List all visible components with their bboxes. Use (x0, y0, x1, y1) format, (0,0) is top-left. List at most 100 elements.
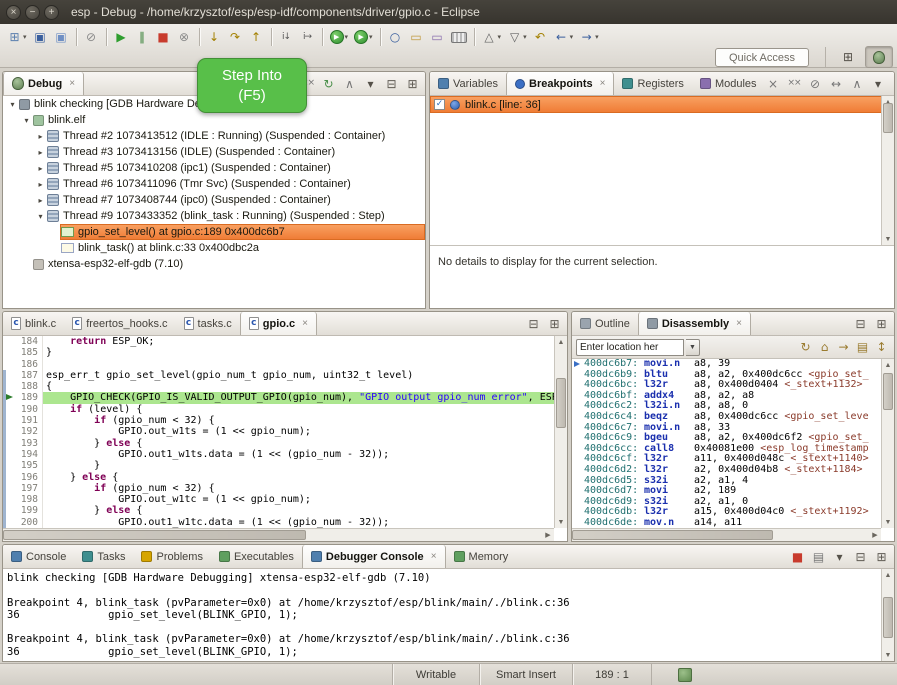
minimize-button[interactable]: ⊟ (852, 315, 869, 332)
collapse-all-button[interactable]: ∧ (849, 75, 866, 92)
scroll-thumb[interactable] (572, 530, 773, 540)
keyboard-button[interactable] (449, 26, 469, 48)
tree-row[interactable]: gpio_set_level() at gpio.c:189 0x400dc6b… (3, 224, 425, 240)
scroll-down-arrow[interactable]: ▼ (882, 649, 894, 661)
scroll-up-arrow[interactable]: ▲ (882, 569, 894, 581)
view-menu-button[interactable]: ▾ (870, 75, 887, 92)
console-output[interactable]: blink checking [GDB Hardware Debugging] … (3, 569, 881, 661)
status-icon[interactable] (678, 668, 692, 682)
disassembly-lines[interactable]: 400dc6b7:movi.na8, 39400dc6b9:bltua8, a2… (572, 359, 881, 528)
twistie-icon[interactable]: ▸ (35, 164, 46, 173)
open-element-button[interactable]: ▭ (428, 26, 447, 48)
last-edit-location-button[interactable]: ↶ (531, 26, 550, 48)
maximize-button[interactable]: ⊞ (873, 548, 890, 565)
twistie-icon[interactable]: ▸ (35, 180, 46, 189)
tab-executables[interactable]: Executables (211, 545, 302, 568)
previous-annotation-button[interactable]: △▾ (480, 26, 504, 48)
refresh-button[interactable]: ↻ (797, 339, 814, 356)
save-button[interactable]: ▣ (31, 26, 50, 48)
disconnect-button[interactable]: ⊗ (175, 26, 194, 48)
tree-row[interactable]: ▸Thread #7 1073408744 (ipc0) (Suspended … (3, 192, 425, 208)
twistie-icon[interactable]: ▾ (21, 116, 32, 125)
quick-access-field[interactable]: Quick Access (715, 48, 809, 67)
tree-row[interactable]: ▾Thread #9 1073433352 (blink_task : Runn… (3, 208, 425, 224)
tab-modules[interactable]: Modules (692, 72, 765, 95)
scroll-up-arrow[interactable]: ▲ (882, 359, 894, 371)
tab-debug[interactable]: Debug× (3, 72, 84, 95)
window-close-button[interactable]: × (6, 5, 21, 20)
scroll-thumb[interactable] (556, 378, 566, 428)
debug-perspective-button[interactable] (865, 46, 893, 68)
tab-blink-c[interactable]: cblink.c (3, 312, 64, 335)
tab-memory[interactable]: Memory (446, 545, 517, 568)
show-source-button[interactable]: ▤ (854, 339, 871, 356)
restart-button[interactable]: ↻ (320, 75, 337, 92)
scroll-down-arrow[interactable]: ▼ (882, 516, 894, 528)
instruction-stepping-button[interactable]: i↓ (277, 26, 296, 48)
tab-disassembly[interactable]: Disassembly× (638, 312, 751, 335)
minimize-button[interactable]: ⊟ (852, 548, 869, 565)
link-with-debug-button[interactable]: ↔ (828, 75, 845, 92)
maximize-button[interactable]: ⊞ (873, 315, 890, 332)
close-icon[interactable]: × (302, 318, 308, 329)
external-tools-button[interactable]: ▶▾ (352, 26, 375, 48)
follow-pc-button[interactable]: → (835, 339, 852, 356)
remove-button[interactable]: × (765, 75, 782, 92)
tab-variables[interactable]: Variables (430, 72, 506, 95)
tab-gpio-c[interactable]: cgpio.c× (240, 312, 317, 335)
window-minimize-button[interactable]: − (25, 5, 40, 20)
breakpoint-checkbox[interactable]: ✓ (434, 99, 445, 110)
step-over-button[interactable]: ↷ (226, 26, 245, 48)
open-perspective-button[interactable]: ⊞ (834, 46, 862, 68)
location-dropdown-button[interactable]: ▼ (686, 339, 700, 356)
disassembly-horizontal-scrollbar[interactable]: ◀▶ (572, 528, 881, 541)
twistie-icon[interactable]: ▾ (35, 212, 46, 221)
back-button[interactable]: ←▾ (552, 26, 576, 48)
sync-button[interactable]: ↕ (873, 339, 890, 356)
editor-code-area[interactable]: 184 return ESP_OK;185}186187esp_err_t gp… (3, 336, 554, 528)
tree-row[interactable]: ▸Thread #5 1073410208 (ipc1) (Suspended … (3, 160, 425, 176)
minimize-button[interactable]: ⊟ (525, 315, 542, 332)
forward-button[interactable]: →▾ (577, 26, 601, 48)
resume-button[interactable]: ▶ (112, 26, 131, 48)
window-maximize-button[interactable]: + (44, 5, 59, 20)
tab-console[interactable]: Console (3, 545, 74, 568)
step-into-button[interactable]: ↓ (205, 26, 224, 48)
twistie-icon[interactable]: ▸ (35, 148, 46, 157)
view-menu-button[interactable]: ▾ (831, 548, 848, 565)
breakpoint-item[interactable]: ✓blink.c [line: 36] (430, 96, 894, 113)
editor-vertical-scrollbar[interactable]: ▲▼ (554, 336, 567, 528)
step-return-button[interactable]: ↑ (247, 26, 266, 48)
scroll-up-arrow[interactable]: ▲ (555, 336, 567, 348)
scroll-thumb[interactable] (883, 597, 893, 638)
tree-row[interactable]: ▸Thread #2 1073413512 (IDLE : Running) (… (3, 128, 425, 144)
close-icon[interactable]: × (431, 551, 437, 562)
collapse-all-button[interactable]: ∧ (341, 75, 358, 92)
minimize-button[interactable]: ⊟ (383, 75, 400, 92)
terminate-button[interactable]: ■ (154, 26, 173, 48)
tab-debugger-console[interactable]: Debugger Console× (302, 545, 446, 568)
twistie-icon[interactable]: ▸ (35, 196, 46, 205)
skip-all-breakpoints-button[interactable]: ⊘ (82, 26, 101, 48)
close-icon[interactable]: × (69, 78, 75, 89)
breakpoints-scrollbar[interactable]: ▲▼ (881, 96, 894, 245)
filter-breakpoints-button[interactable]: ⊘ (807, 75, 824, 92)
tree-row[interactable]: ▸Thread #6 1073411096 (Tmr Svc) (Suspend… (3, 176, 425, 192)
move-to-line-button[interactable]: i→ (298, 26, 317, 48)
disassembly-vertical-scrollbar[interactable]: ▲▼ (881, 359, 894, 528)
editor-horizontal-scrollbar[interactable]: ◀▶ (3, 528, 554, 541)
scroll-down-arrow[interactable]: ▼ (555, 516, 567, 528)
tab-freertos-hooks-c[interactable]: cfreertos_hooks.c (64, 312, 175, 335)
new-wizard-button[interactable]: ⊞▾ (5, 26, 29, 48)
terminate-button[interactable]: ■ (789, 548, 806, 565)
scroll-right-arrow[interactable]: ▶ (869, 529, 881, 541)
tree-row[interactable]: ▸Thread #3 1073413156 (IDLE) (Suspended … (3, 144, 425, 160)
tab-tasks-c[interactable]: ctasks.c (176, 312, 240, 335)
close-icon[interactable]: × (600, 78, 606, 89)
minimize-button[interactable]: ⊟ (891, 75, 895, 92)
home-button[interactable]: ⌂ (816, 339, 833, 356)
display-console-button[interactable]: ▤ (810, 548, 827, 565)
next-annotation-button[interactable]: ▽▾ (505, 26, 529, 48)
maximize-button[interactable]: ⊞ (404, 75, 421, 92)
scroll-thumb[interactable] (3, 530, 306, 540)
